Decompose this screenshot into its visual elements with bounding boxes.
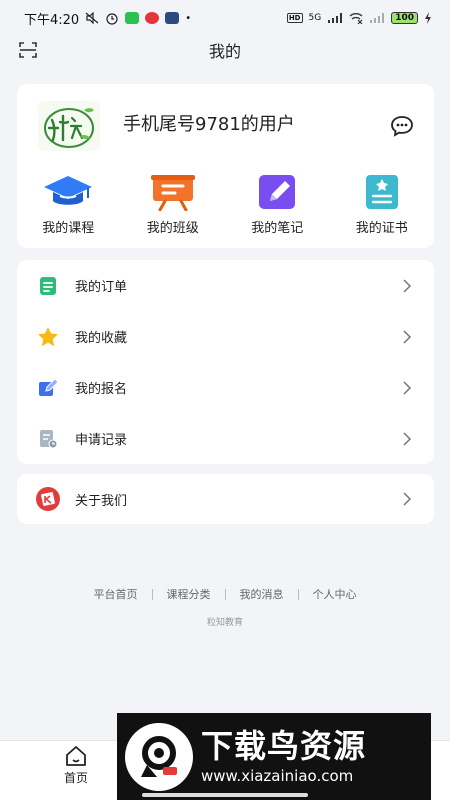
footer-brand: 粒知教育 [206, 618, 243, 628]
app-notification-icon [145, 12, 160, 24]
watermark-logo-icon [125, 722, 193, 791]
menu-card: 我的订单 我的收藏 我的报名 申请记录 [17, 260, 434, 464]
wechat-icon [125, 12, 140, 24]
signal-icon [328, 13, 343, 23]
menu-item-orders[interactable]: 我的订单 [17, 260, 434, 311]
signup-edit-icon [39, 377, 58, 396]
quick-my-courses[interactable]: 我的课程 [16, 172, 121, 236]
status-bar: 下午4:20 • HD 5G 100 [0, 0, 450, 36]
menu-item-about[interactable]: 关于我们 [17, 474, 434, 524]
footer-link-messages[interactable]: 我的消息 [226, 586, 298, 602]
application-record-icon [40, 429, 58, 448]
note-pencil-icon [259, 174, 296, 209]
charging-icon [425, 12, 431, 24]
about-logo-icon [36, 487, 60, 511]
page-header: 我的 [0, 36, 450, 64]
brand-logo-icon [44, 108, 94, 148]
quick-label: 我的课程 [42, 221, 95, 236]
scan-icon[interactable] [19, 42, 37, 58]
profile-card: 手机尾号9781的用户 我的课程 我的班级 我的笔记 我的证书 [17, 84, 434, 248]
quick-my-classes[interactable]: 我的班级 [121, 172, 226, 236]
certificate-icon [365, 174, 398, 209]
footer-link-home[interactable]: 平台首页 [80, 586, 152, 602]
quick-actions: 我的课程 我的班级 我的笔记 我的证书 [17, 172, 434, 236]
menu-item-label: 我的收藏 [75, 331, 128, 346]
order-list-icon [40, 276, 56, 295]
menu-item-label: 我的报名 [75, 382, 128, 397]
watermark-url: www.xiazainiao.com [201, 766, 354, 785]
watermark-title: 下载鸟资源 [201, 726, 367, 765]
menu-item-label: 申请记录 [75, 433, 128, 448]
status-time: 下午4:20 [24, 12, 80, 28]
chevron-right-icon [403, 278, 412, 293]
app-notification-icon [165, 12, 180, 24]
message-icon[interactable] [390, 115, 414, 137]
signal-weak-icon [370, 13, 385, 23]
chevron-right-icon [403, 380, 412, 395]
menu-item-label: 我的订单 [75, 280, 128, 295]
chevron-right-icon [403, 492, 412, 506]
battery-indicator: 100 [391, 12, 418, 24]
mute-icon [85, 12, 99, 24]
tab-home[interactable]: 首页 [46, 745, 106, 786]
menu-item-applications[interactable]: 申请记录 [17, 413, 434, 464]
quick-my-certificates[interactable]: 我的证书 [330, 172, 435, 236]
chevron-right-icon [403, 431, 412, 446]
quick-label: 我的笔记 [251, 221, 304, 236]
hd-icon: HD [286, 13, 303, 23]
avatar[interactable] [38, 101, 100, 151]
more-notifications-icon: • [185, 12, 192, 24]
tab-home-label: 首页 [63, 771, 88, 785]
star-icon [38, 327, 58, 347]
alarm-icon [106, 13, 118, 25]
about-card: 关于我们 [17, 474, 434, 524]
presentation-board-icon [150, 174, 195, 211]
quick-label: 我的班级 [146, 221, 199, 236]
about-label: 关于我们 [75, 493, 128, 509]
footer-link-profile[interactable]: 个人中心 [299, 586, 371, 602]
quick-label: 我的证书 [355, 221, 408, 236]
footer-links: 平台首页 课程分类 我的消息 个人中心 [0, 586, 450, 602]
chevron-right-icon [403, 329, 412, 344]
graduation-cap-icon [44, 175, 93, 205]
menu-item-signups[interactable]: 我的报名 [17, 362, 434, 413]
watermark-banner: 下载鸟资源 www.xiazainiao.com [117, 713, 431, 800]
footer-link-categories[interactable]: 课程分类 [153, 586, 225, 602]
home-indicator [142, 793, 308, 797]
quick-my-notes[interactable]: 我的笔记 [225, 172, 330, 236]
username[interactable]: 手机尾号9781的用户 [123, 110, 295, 136]
wifi-off-icon [349, 13, 363, 24]
home-icon [66, 746, 86, 766]
network-type-label: 5G [308, 13, 322, 23]
menu-item-favorites[interactable]: 我的收藏 [17, 311, 434, 362]
page-title: 我的 [208, 42, 241, 61]
